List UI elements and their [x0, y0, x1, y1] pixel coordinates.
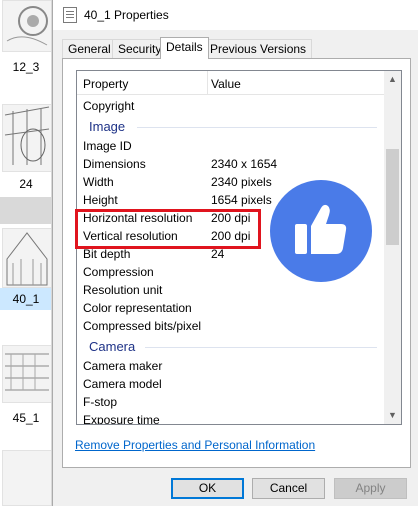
thumbnail[interactable]: [2, 450, 51, 506]
property-name: Bit depth: [83, 247, 131, 261]
window-title: 40_1 Properties: [84, 8, 169, 22]
list-item[interactable]: Camera maker: [77, 357, 385, 375]
list-item[interactable]: Compressed bits/pixel: [77, 317, 385, 335]
property-name: F-stop: [83, 395, 118, 409]
list-item[interactable]: Dimensions 2340 x 1654: [77, 155, 385, 173]
title-bar[interactable]: 40_1 Properties: [53, 0, 418, 30]
thumbs-up-badge: [270, 180, 372, 282]
property-name: Camera model: [83, 377, 162, 391]
thumbs-up-icon: [295, 204, 347, 254]
tab-details[interactable]: Details: [160, 37, 209, 59]
property-name: Dimensions: [83, 157, 146, 171]
list-item[interactable]: Copyright: [77, 97, 385, 115]
remove-properties-link[interactable]: Remove Properties and Personal Informati…: [75, 438, 315, 452]
resolution-highlight-box: [75, 209, 261, 249]
group-title: Camera: [89, 339, 136, 354]
list-item[interactable]: F-stop: [77, 393, 385, 411]
property-name: Compressed bits/pixel: [83, 319, 202, 333]
tab-previous-versions[interactable]: Previous Versions: [204, 39, 313, 58]
scroll-down-icon[interactable]: ▼: [384, 407, 401, 424]
tab-general[interactable]: General: [62, 39, 117, 58]
property-name: Copyright: [83, 99, 135, 113]
cancel-button[interactable]: Cancel: [252, 478, 325, 499]
thumbnail-45-1[interactable]: [2, 345, 51, 403]
group-header[interactable]: Image: [77, 118, 385, 136]
column-header-value[interactable]: Value: [211, 77, 241, 91]
thumbnail-24[interactable]: [2, 104, 51, 172]
list-item[interactable]: Resolution unit: [77, 281, 385, 299]
group-divider: [145, 347, 377, 348]
list-item[interactable]: Color representation: [77, 299, 385, 317]
property-name: Resolution unit: [83, 283, 163, 297]
property-value[interactable]: 2340 x 1654: [211, 157, 277, 171]
group-title: Image: [89, 119, 126, 134]
row-separator: [0, 197, 51, 224]
thumbnail-label: 24: [19, 177, 33, 191]
property-value[interactable]: 24: [211, 247, 224, 261]
properties-icon: [63, 7, 77, 23]
property-name: Exposure time: [83, 413, 160, 425]
property-value[interactable]: 2340 pixels: [211, 175, 272, 189]
apply-button: Apply: [334, 478, 407, 499]
scrollbar-thumb[interactable]: [386, 149, 399, 245]
thumbnail-12-3[interactable]: [2, 0, 51, 52]
group-header[interactable]: Camera: [77, 338, 385, 356]
group-divider: [137, 127, 377, 128]
explorer-thumbnail-pane: 12_3 24 40_1 45_1: [0, 0, 52, 506]
list-item[interactable]: Camera model: [77, 375, 385, 393]
column-divider[interactable]: [207, 71, 208, 94]
property-name: Camera maker: [83, 359, 163, 373]
list-header: Property Value: [77, 71, 385, 95]
column-header-property[interactable]: Property: [83, 77, 128, 91]
property-value[interactable]: 1654 pixels: [211, 193, 272, 207]
thumbnail-label: 45_1: [12, 411, 40, 425]
property-name: Width: [83, 175, 114, 189]
property-name: Height: [83, 193, 118, 207]
vertical-scrollbar[interactable]: ▲ ▼: [384, 71, 401, 424]
thumbnail-label: 40_1: [12, 292, 40, 306]
list-item[interactable]: Exposure time: [77, 411, 385, 425]
thumbnail-label: 12_3: [12, 60, 40, 74]
property-name: Color representation: [83, 301, 192, 315]
list-item[interactable]: Image ID: [77, 137, 385, 155]
thumbnail-40-1[interactable]: [2, 228, 51, 288]
ok-button[interactable]: OK: [171, 478, 244, 499]
scroll-up-icon[interactable]: ▲: [384, 71, 401, 88]
property-name: Image ID: [83, 139, 132, 153]
property-name: Compression: [83, 265, 154, 279]
